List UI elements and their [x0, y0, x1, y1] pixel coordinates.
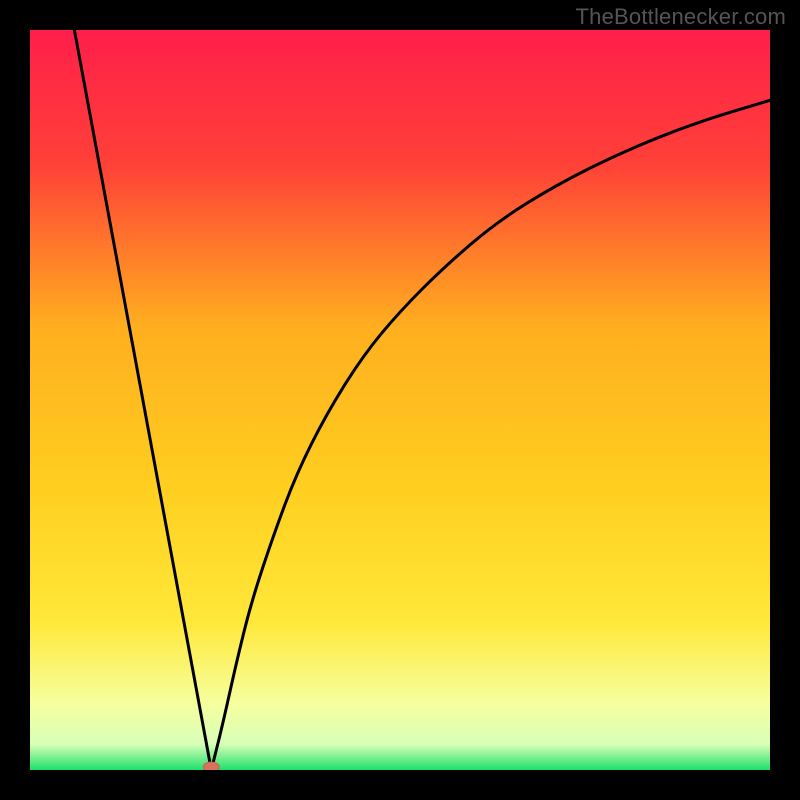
min-marker [203, 762, 219, 770]
chart-svg [30, 30, 770, 770]
gradient-background [30, 30, 770, 770]
chart-frame: TheBottlenecker.com [0, 0, 800, 800]
plot-area [30, 30, 770, 770]
attribution-label: TheBottlenecker.com [576, 4, 786, 30]
